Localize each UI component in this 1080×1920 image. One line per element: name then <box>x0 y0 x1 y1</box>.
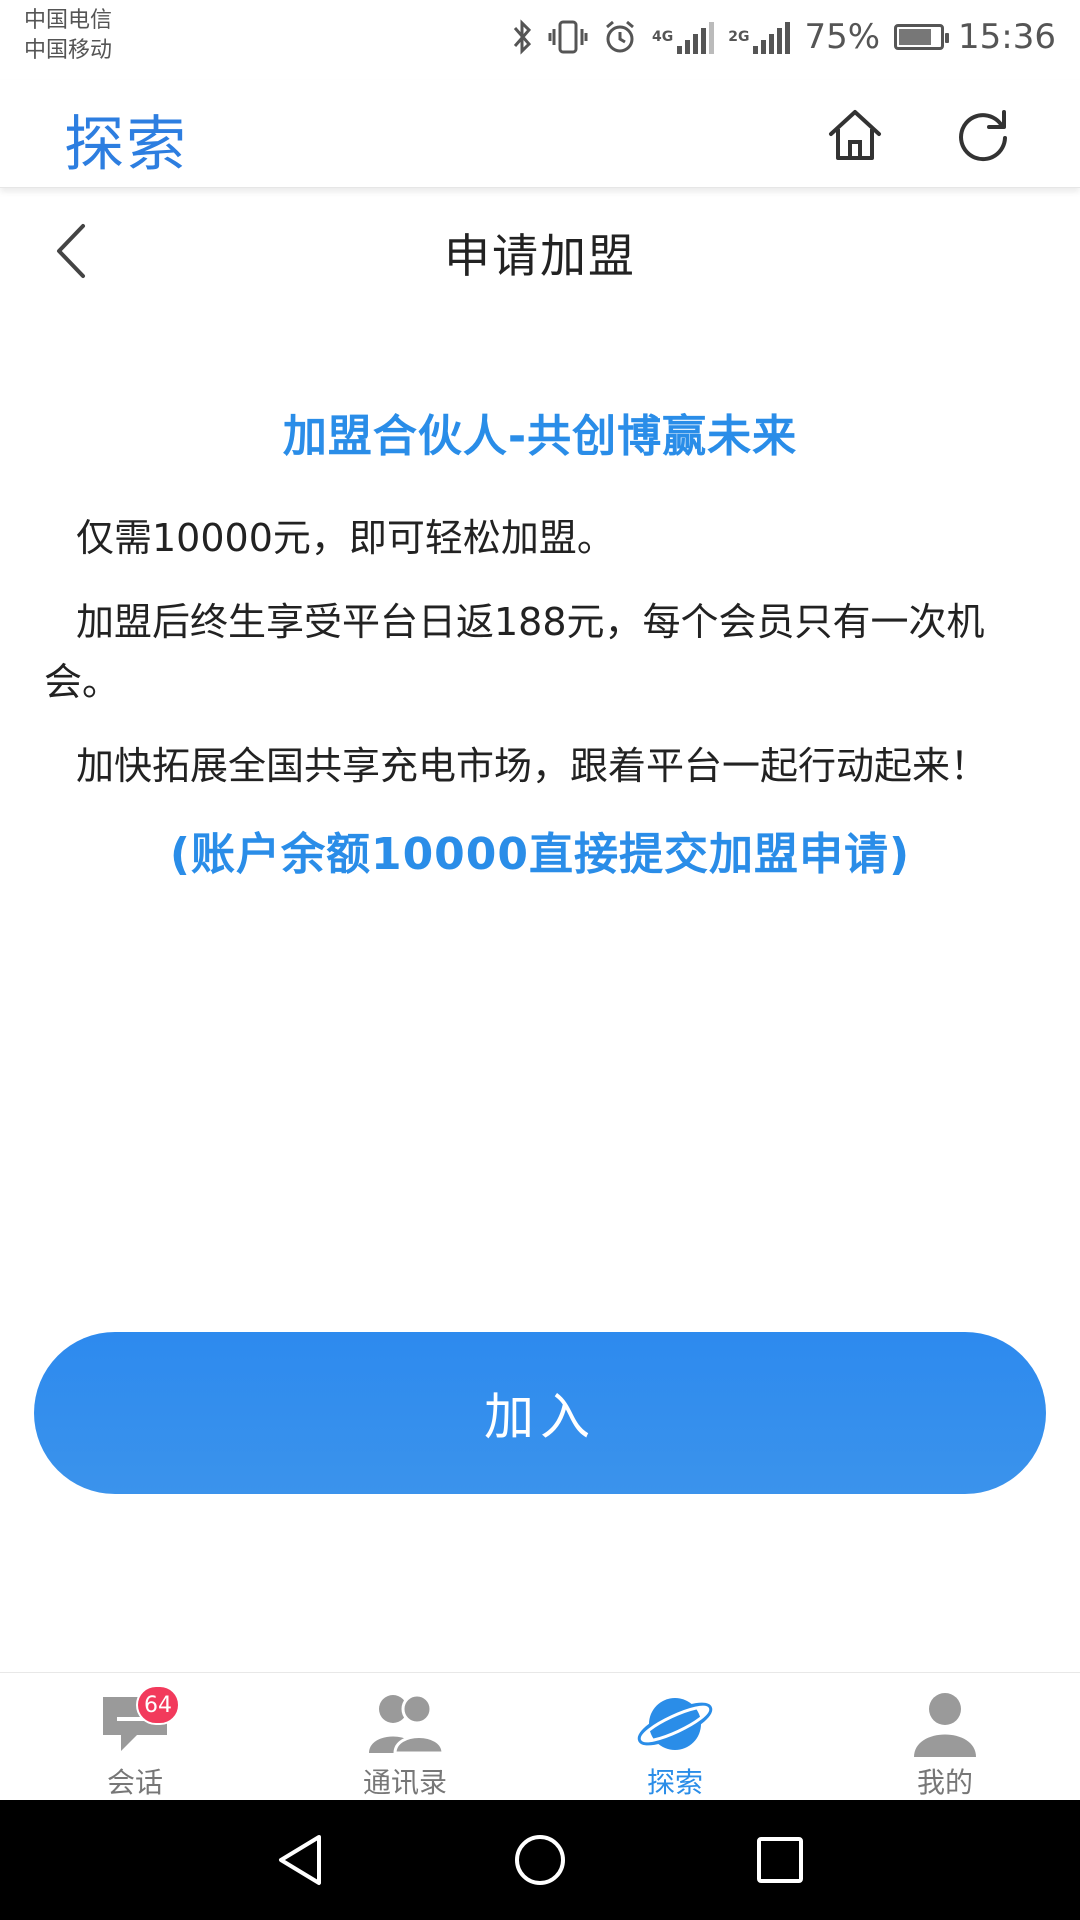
tab-me[interactable]: 我的 <box>810 1673 1080 1800</box>
paragraph-call-to-action: 加快拓展全国共享充电市场，跟着平台一起行动起来！ <box>76 744 989 788</box>
status-bar: 中国电信 中国移动 4G 2G 75% 15:36 <box>0 0 1080 80</box>
clock: 15:36 <box>958 17 1056 57</box>
bluetooth-icon <box>512 19 534 55</box>
planet-icon <box>635 1689 715 1759</box>
tab-label: 我的 <box>916 1766 973 1799</box>
balance-note: (账户余额10000直接提交加盟申请) <box>169 829 911 880</box>
system-back-button[interactable] <box>270 1830 330 1890</box>
refresh-button[interactable] <box>948 100 1018 170</box>
tab-explore[interactable]: 探索 <box>540 1673 810 1800</box>
unread-badge: 64 <box>136 1685 180 1725</box>
promo-content: 加盟合伙人-共创博赢未来 仅需10000元，即可轻松加盟。 加盟后终生享受平台日… <box>0 400 1080 882</box>
bottom-tab-bar: 64 会话 通讯录 探索 我的 <box>0 1672 1080 1800</box>
tab-contacts[interactable]: 通讯录 <box>270 1673 540 1800</box>
signal-4g-icon: 4G <box>651 20 715 54</box>
app-title: 探索 <box>64 110 188 180</box>
carrier-info: 中国电信 中国移动 <box>24 6 112 66</box>
circle-home-icon <box>515 1835 565 1885</box>
battery-percent: 75% <box>804 17 881 57</box>
signal-2g-icon: 2G <box>728 20 791 54</box>
contacts-icon <box>365 1689 445 1759</box>
promo-heading: 加盟合伙人-共创博赢未来 <box>282 411 798 462</box>
paragraph-benefit: 加盟后终生享受平台日返188元，每个会员只有一次机会。 <box>44 600 985 704</box>
home-icon <box>829 110 881 160</box>
tab-chat[interactable]: 64 会话 <box>0 1673 270 1800</box>
tab-label: 通讯录 <box>362 1766 447 1799</box>
vibrate-icon <box>548 19 588 55</box>
net-type-2: 2G <box>728 29 750 45</box>
app-header: 探索 <box>0 80 1080 188</box>
carrier-1: 中国电信 <box>24 8 113 33</box>
system-navigation-bar <box>0 1800 1080 1920</box>
refresh-icon <box>959 110 1007 162</box>
system-home-button[interactable] <box>510 1830 570 1890</box>
tab-label: 会话 <box>106 1766 163 1799</box>
user-icon <box>905 1689 985 1759</box>
square-recents-icon <box>757 1837 803 1883</box>
triangle-back-icon <box>279 1835 321 1885</box>
system-recents-button[interactable] <box>750 1830 810 1890</box>
home-button[interactable] <box>820 100 890 170</box>
page-nav: 申请加盟 <box>0 190 1080 310</box>
net-type-1: 4G <box>651 29 674 45</box>
join-button[interactable]: 加入 <box>34 1332 1046 1494</box>
alarm-icon <box>602 19 638 55</box>
status-icons: 4G 2G 75% 15:36 <box>512 12 1056 62</box>
battery-icon <box>894 24 950 50</box>
tab-label: 探索 <box>646 1766 703 1799</box>
carrier-2: 中国移动 <box>24 38 113 63</box>
paragraph-price: 仅需10000元，即可轻松加盟。 <box>76 516 615 560</box>
page-title: 申请加盟 <box>444 229 636 283</box>
